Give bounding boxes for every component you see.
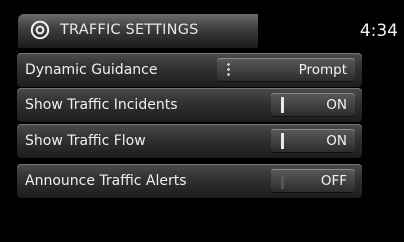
show-traffic-flow-toggle[interactable]: ON (271, 129, 355, 153)
toggle-value: ON (326, 133, 347, 149)
toggle-indicator (281, 173, 284, 189)
traffic-settings-screen: TRAFFIC SETTINGS 4:34 Dynamic Guidance P… (0, 0, 404, 242)
toggle-indicator (281, 133, 284, 149)
setting-label: Show Traffic Incidents (25, 97, 178, 113)
setting-label: Dynamic Guidance (25, 62, 158, 78)
toggle-indicator (281, 97, 284, 113)
dynamic-guidance-select[interactable]: Prompt (217, 58, 355, 82)
toggle-value: ON (326, 97, 347, 113)
setting-row-show-traffic-flow[interactable]: Show Traffic Flow ON (17, 124, 362, 158)
setting-row-announce-traffic-alerts[interactable]: Announce Traffic Alerts OFF (17, 164, 362, 198)
gear-icon (30, 20, 50, 40)
setting-label: Show Traffic Flow (25, 133, 146, 149)
clock: 4:34 (359, 21, 398, 41)
announce-traffic-alerts-toggle[interactable]: OFF (271, 169, 355, 193)
page-title: TRAFFIC SETTINGS (60, 22, 199, 38)
toggle-value: OFF (320, 173, 347, 189)
setting-label: Announce Traffic Alerts (25, 173, 187, 189)
setting-row-show-traffic-incidents[interactable]: Show Traffic Incidents ON (17, 88, 362, 122)
setting-row-dynamic-guidance[interactable]: Dynamic Guidance Prompt (17, 53, 362, 87)
show-traffic-incidents-toggle[interactable]: ON (271, 93, 355, 117)
header-bar: TRAFFIC SETTINGS 4:34 (0, 0, 404, 48)
select-value: Prompt (298, 62, 347, 78)
handle-dots-icon (227, 62, 230, 78)
